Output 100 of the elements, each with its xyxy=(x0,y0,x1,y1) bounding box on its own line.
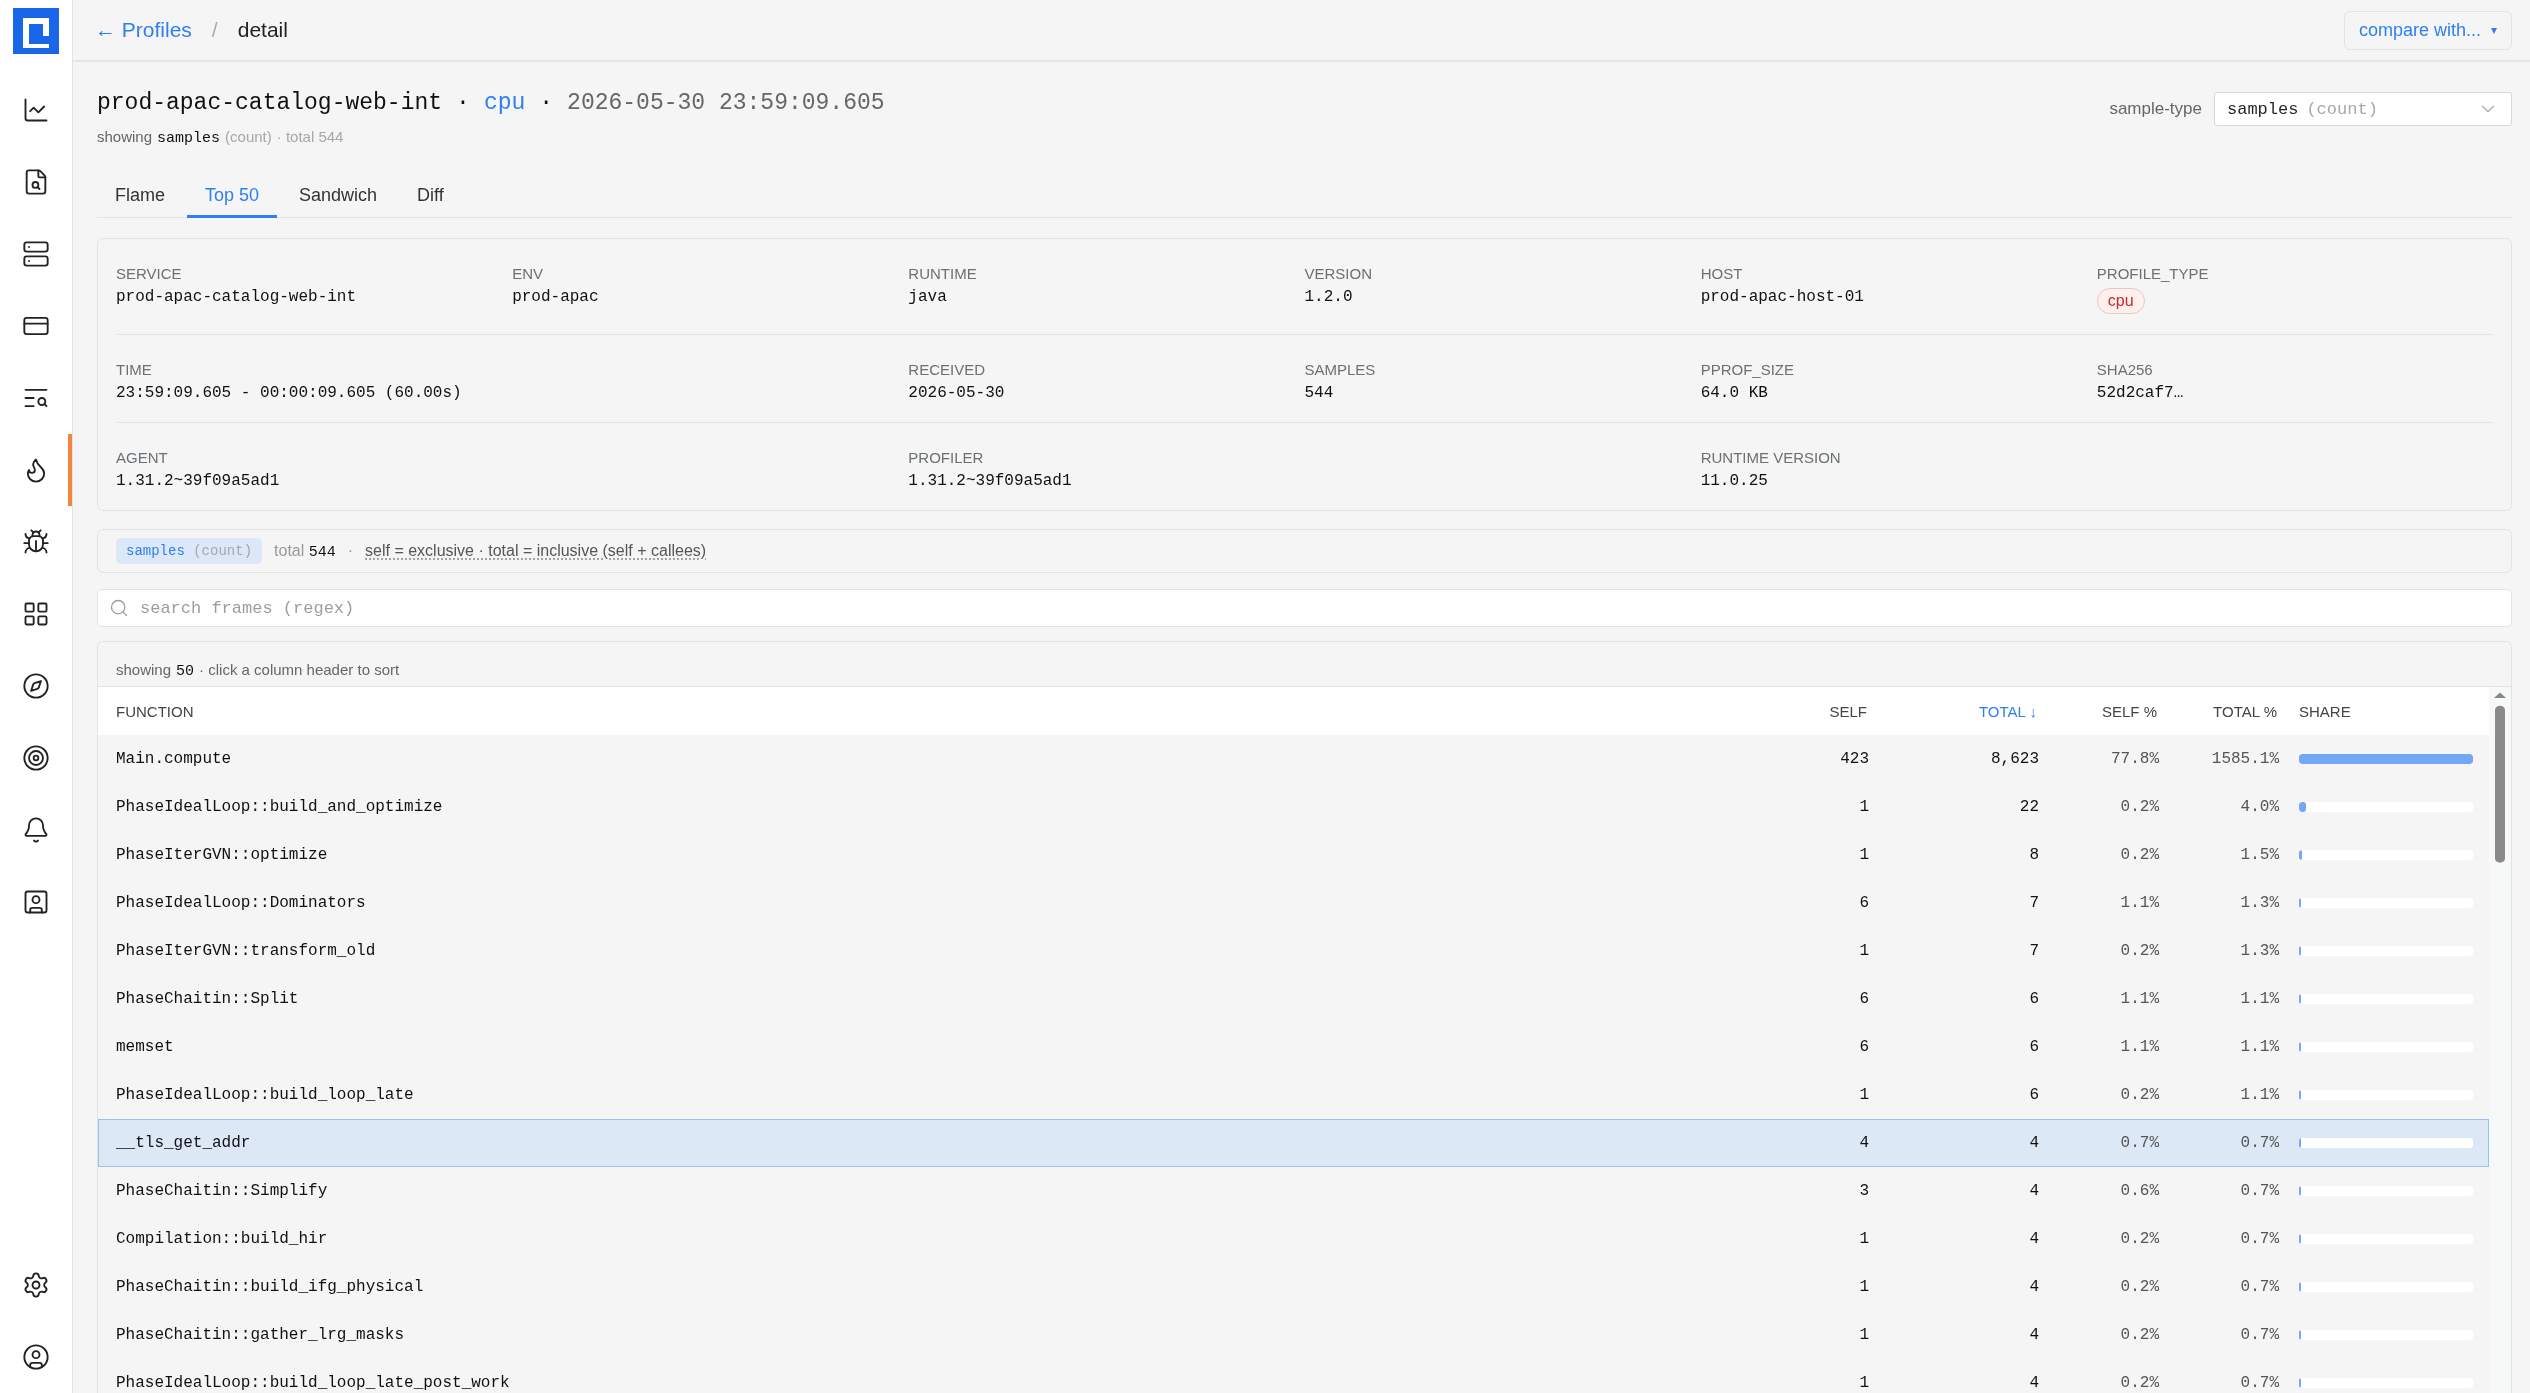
column-header[interactable]: TOTAL % xyxy=(2159,702,2279,720)
field-value: 11.0.25 xyxy=(1700,472,1768,490)
self-cell-text: 1 xyxy=(1858,1278,1869,1296)
self-cell-text: 1 xyxy=(1858,798,1869,816)
sample-chip: samples (count) xyxy=(116,538,263,564)
field-label: ENV xyxy=(512,265,543,282)
self-cell-text: 1 xyxy=(1858,1326,1869,1344)
total-text: total 544 xyxy=(274,541,336,561)
field-value: prod-apac xyxy=(512,288,599,306)
field-value: 2026-05-30 xyxy=(908,384,1005,402)
table-row[interactable]: Main.compute 423 8,623 77.8% 1585.1% xyxy=(98,735,2489,783)
field-value: prod-apac-catalog-web-int xyxy=(116,288,357,306)
column-header[interactable]: FUNCTION xyxy=(116,702,1759,720)
total-cell-text: 7 xyxy=(2028,894,2039,912)
table-row[interactable]: memset 6 6 1.1% 1.1% xyxy=(98,1023,2489,1071)
self-cell-text: 1 xyxy=(1858,1374,1869,1392)
bug-icon xyxy=(22,528,50,556)
back-link[interactable]: ← Profiles xyxy=(95,18,192,42)
total-percent-cell-text: 4.0% xyxy=(2239,798,2279,816)
search-field[interactable]: search frames (regex) xyxy=(97,589,2512,627)
self-percent-cell-text: 0.6% xyxy=(2119,1182,2159,1200)
function-cell-text: __tls_get_addr xyxy=(116,1134,252,1152)
total-percent-cell-text: 1.1% xyxy=(2239,1086,2279,1104)
function-cell-text: memset xyxy=(116,1038,175,1056)
table-row[interactable]: PhaseIdealLoop::build_loop_late_post_work 1 4 0.2% 0.7% xyxy=(98,1359,2489,1393)
compare-button[interactable]: compare with... ▾ xyxy=(2343,10,2512,50)
self-percent-cell-text: 0.2% xyxy=(2119,942,2159,960)
self-percent-cell-text: 0.2% xyxy=(2119,1374,2159,1392)
total-cell-text: 6 xyxy=(2028,1086,2039,1104)
total-cell-text: 8 xyxy=(2028,846,2039,864)
tab[interactable]: Diff xyxy=(399,177,462,218)
sample-type-select[interactable]: samples (count) xyxy=(2214,92,2512,126)
total-percent-cell-text: 1.5% xyxy=(2239,846,2279,864)
field-value: 544 xyxy=(1304,384,1334,402)
profile-subtitle: showing samples (count) · total 544 xyxy=(97,128,345,147)
column-header[interactable]: SELF % xyxy=(2039,702,2159,720)
field-value: 1.31.2~39f09a5ad1 xyxy=(908,472,1072,490)
field-label: SAMPLES xyxy=(1304,361,1376,378)
self-percent-cell-text: 1.1% xyxy=(2119,1038,2159,1056)
profile-card-icon xyxy=(22,888,50,916)
field-value: 1.31.2~39f09a5ad1 xyxy=(116,472,280,490)
total-cell-text: 6 xyxy=(2028,990,2039,1008)
field-value: 1.2.0 xyxy=(1304,288,1353,306)
table-row[interactable]: PhaseChaitin::gather_lrg_masks 1 4 0.2% 0.7% xyxy=(98,1311,2489,1359)
total-cell-text: 4 xyxy=(2028,1230,2039,1248)
self-percent-cell-text: 77.8% xyxy=(2110,750,2159,768)
table-row[interactable]: PhaseIdealLoop::build_loop_late 1 6 0.2% 1.1% xyxy=(98,1071,2489,1119)
profile-title: prod-apac-catalog-web-int xyxy=(97,90,443,116)
tab[interactable]: Flame xyxy=(97,177,183,218)
user-icon xyxy=(22,1343,50,1371)
field-value: prod-apac-host-01 xyxy=(1700,288,1864,306)
bell-icon xyxy=(22,816,50,844)
target-icon xyxy=(22,744,50,772)
table-row[interactable]: Compilation::build_hir 1 4 0.2% 0.7% xyxy=(98,1215,2489,1263)
self-cell-text: 3 xyxy=(1858,1182,1869,1200)
field-label: PROFILER xyxy=(908,449,984,466)
total-percent-cell-text: 1.1% xyxy=(2239,990,2279,1008)
table-row[interactable]: __tls_get_addr 4 4 0.7% 0.7% xyxy=(98,1119,2489,1167)
table-row[interactable]: PhaseIterGVN::optimize 1 8 0.2% 1.5% xyxy=(98,831,2489,879)
field-label: SERVICE xyxy=(116,265,182,282)
tab[interactable]: Sandwich xyxy=(281,177,396,218)
table-row[interactable]: PhaseChaitin::Split 6 6 1.1% 1.1% xyxy=(98,975,2489,1023)
table-row[interactable]: PhaseChaitin::build_ifg_physical 1 4 0.2% 0.7% xyxy=(98,1263,2489,1311)
table-row[interactable]: PhaseIdealLoop::Dominators 6 7 1.1% 1.3% xyxy=(98,879,2489,927)
tab[interactable]: Top 50 xyxy=(187,177,278,218)
field-label: RUNTIME xyxy=(908,265,977,282)
self-percent-cell-text: 1.1% xyxy=(2119,894,2159,912)
table-row[interactable]: PhaseIterGVN::transform_old 1 7 0.2% 1.3% xyxy=(98,927,2489,975)
total-percent-cell-text: 1.3% xyxy=(2239,942,2279,960)
breadcrumb-current: detail xyxy=(237,18,288,42)
title-separator: · xyxy=(539,90,554,116)
profile-type-badge: cpu xyxy=(2096,288,2145,314)
field-label: TIME xyxy=(116,361,152,378)
self-percent-cell-text: 0.2% xyxy=(2119,1086,2159,1104)
self-cell-text: 1 xyxy=(1858,1230,1869,1248)
field-value: 52d2caf7… xyxy=(2096,384,2184,402)
column-header[interactable]: SHARE xyxy=(2279,702,2489,720)
total-cell-text: 4 xyxy=(2028,1278,2039,1296)
self-cell-text: 1 xyxy=(1858,846,1869,864)
field-label: HOST xyxy=(1700,265,1743,282)
table-row[interactable]: PhaseChaitin::Simplify 3 4 0.6% 0.7% xyxy=(98,1167,2489,1215)
self-cell-text: 6 xyxy=(1858,894,1869,912)
function-cell-text: PhaseChaitin::build_ifg_physical xyxy=(116,1278,425,1296)
self-cell-text: 6 xyxy=(1858,1038,1869,1056)
self-cell-text: 1 xyxy=(1858,1086,1869,1104)
table-row[interactable]: PhaseIdealLoop::build_and_optimize 1 22 0.2% 4.0% xyxy=(98,783,2489,831)
column-header[interactable]: TOTAL ↓ xyxy=(1869,702,2039,720)
total-cell-text: 7 xyxy=(2028,942,2039,960)
column-header[interactable]: SELF xyxy=(1759,702,1869,720)
field-value: 23:59:09.605 - 00:00:09.605 (60.00s) xyxy=(116,384,462,402)
field-value: 64.0 KB xyxy=(1700,384,1768,402)
logo-icon[interactable] xyxy=(13,8,59,54)
function-cell-text: PhaseIdealLoop::Dominators xyxy=(116,894,367,912)
self-percent-cell-text: 0.2% xyxy=(2119,1278,2159,1296)
field-label: PPROF_SIZE xyxy=(1700,361,1794,378)
total-cell-text: 22 xyxy=(2018,798,2039,816)
function-cell-text: PhaseIdealLoop::build_loop_late_post_work xyxy=(116,1374,511,1392)
self-cell-text: 4 xyxy=(1858,1134,1869,1152)
total-cell-text: 8,623 xyxy=(1990,750,2039,768)
total-cell-text: 4 xyxy=(2028,1134,2039,1152)
